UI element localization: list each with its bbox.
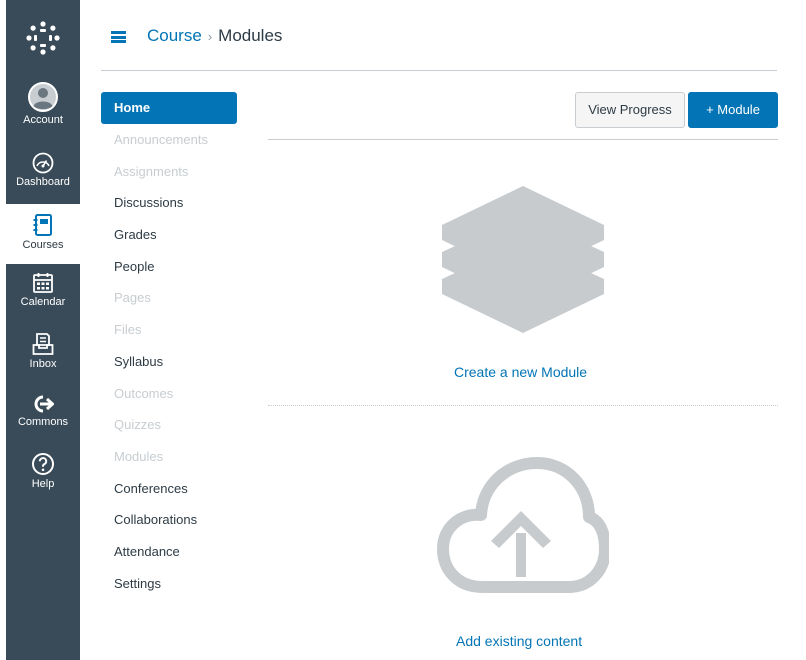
- user-avatar-icon: [28, 82, 58, 112]
- course-nav-assignments[interactable]: Assignments: [101, 156, 237, 188]
- global-nav-courses[interactable]: Courses: [6, 204, 80, 264]
- course-nav-syllabus[interactable]: Syllabus: [101, 346, 237, 378]
- global-nav-inbox[interactable]: Inbox: [6, 332, 80, 392]
- module-stack-icon: [442, 186, 604, 333]
- page-header: Course › Modules: [101, 0, 777, 71]
- course-nav-home[interactable]: Home: [101, 92, 237, 124]
- hamburger-menu-icon[interactable]: [111, 31, 126, 43]
- toolbar-divider: [268, 139, 778, 140]
- global-nav-help[interactable]: Help: [6, 452, 80, 512]
- inbox-icon: [32, 333, 54, 355]
- global-nav-commons[interactable]: Commons: [6, 394, 80, 454]
- global-nav-commons-label: Commons: [17, 416, 69, 428]
- course-nav-files[interactable]: Files: [101, 314, 237, 346]
- breadcrumb-current-page: Modules: [218, 26, 283, 45]
- course-nav-modules[interactable]: Modules: [101, 441, 237, 473]
- canvas-logo-icon: [26, 21, 60, 55]
- course-nav-pages[interactable]: Pages: [101, 282, 237, 314]
- commons-icon: [34, 395, 54, 413]
- add-module-button[interactable]: + Module: [688, 92, 778, 128]
- breadcrumb-course-link[interactable]: Course: [147, 26, 202, 45]
- course-nav-grades[interactable]: Grades: [101, 219, 237, 251]
- cloud-upload-icon: [437, 457, 609, 593]
- global-nav-dashboard-label: Dashboard: [16, 176, 70, 188]
- dashboard-icon: [32, 152, 54, 174]
- global-nav-inbox-label: Inbox: [29, 358, 57, 370]
- course-nav-people[interactable]: People: [101, 251, 237, 283]
- global-nav-account-label: Account: [23, 114, 63, 126]
- global-nav: Account Dashboard Courses Calendar Inbox…: [6, 0, 80, 660]
- course-nav-quizzes[interactable]: Quizzes: [101, 409, 237, 441]
- course-nav-announcements[interactable]: Announcements: [101, 124, 237, 156]
- calendar-icon: [33, 273, 53, 293]
- course-nav-outcomes[interactable]: Outcomes: [101, 378, 237, 410]
- create-module-link[interactable]: Create a new Module: [454, 364, 587, 380]
- help-icon: [32, 453, 54, 475]
- global-nav-account[interactable]: Account: [6, 82, 80, 142]
- course-nav-settings[interactable]: Settings: [101, 568, 237, 600]
- add-existing-content-link[interactable]: Add existing content: [456, 633, 582, 649]
- course-nav-attendance[interactable]: Attendance: [101, 536, 237, 568]
- global-nav-calendar[interactable]: Calendar: [6, 272, 80, 332]
- section-divider: [268, 405, 778, 406]
- global-nav-dashboard[interactable]: Dashboard: [6, 152, 80, 212]
- global-nav-calendar-label: Calendar: [20, 296, 66, 308]
- global-nav-help-label: Help: [31, 478, 55, 490]
- view-progress-button[interactable]: View Progress: [575, 92, 685, 128]
- courses-icon: [33, 214, 52, 236]
- course-nav-conferences[interactable]: Conferences: [101, 473, 237, 505]
- course-nav: Home Announcements Assignments Discussio…: [101, 92, 237, 599]
- breadcrumb: Course › Modules: [147, 26, 282, 46]
- canvas-logo[interactable]: [6, 0, 80, 80]
- course-nav-discussions[interactable]: Discussions: [101, 187, 237, 219]
- global-nav-courses-label: Courses: [22, 239, 64, 251]
- breadcrumb-separator: ›: [207, 29, 213, 44]
- course-nav-collaborations[interactable]: Collaborations: [101, 504, 237, 536]
